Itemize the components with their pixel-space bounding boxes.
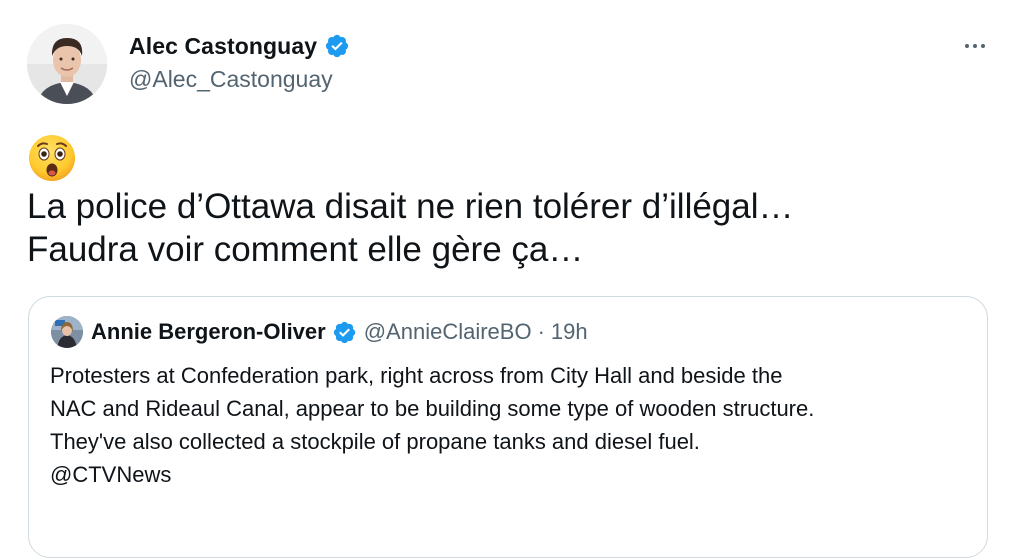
quoted-tweet-text: Protesters at Confederation park, right …	[50, 359, 970, 491]
tweet-text-line: La police d’Ottawa disait ne rien tolére…	[27, 187, 794, 226]
ellipsis-dot	[981, 44, 985, 48]
tweet-text: La police d’Ottawa disait ne rien tolére…	[27, 185, 987, 271]
quoted-header: Annie Bergeron-Oliver @AnnieClaireBO · 1…	[91, 318, 588, 346]
tweet-text-line: Faudra voir comment elle gère ça…	[27, 230, 584, 269]
more-options-button[interactable]	[958, 32, 992, 60]
quoted-text-line: NAC and Rideaul Canal, appear to be buil…	[50, 396, 815, 421]
tweet-card: Alec Castonguay @Alec_Castonguay La poli…	[0, 0, 1016, 558]
quoted-tweet[interactable]: Annie Bergeron-Oliver @AnnieClaireBO · 1…	[28, 296, 988, 558]
author-name-row: Alec Castonguay	[129, 31, 350, 61]
author-name[interactable]: Alec Castonguay	[129, 33, 317, 60]
quoted-author-name[interactable]: Annie Bergeron-Oliver	[91, 319, 326, 345]
quoted-timestamp[interactable]: 19h	[551, 319, 588, 345]
verified-badge-icon	[324, 33, 350, 59]
avatar-photo	[51, 316, 83, 348]
author-handle[interactable]: @Alec_Castonguay	[129, 66, 333, 93]
quoted-text-line: They've also collected a stockpile of pr…	[50, 429, 700, 454]
quoted-author-avatar[interactable]	[51, 316, 83, 348]
avatar-photo	[27, 24, 107, 104]
mention-link[interactable]: @CTVNews	[50, 458, 970, 491]
quoted-author-handle[interactable]: @AnnieClaireBO	[364, 319, 532, 345]
author-avatar[interactable]	[27, 24, 107, 104]
separator-dot: ·	[537, 319, 545, 344]
verified-badge-icon	[332, 320, 357, 345]
quoted-text-line: Protesters at Confederation park, right …	[50, 363, 783, 388]
astonished-face-emoji	[27, 133, 77, 183]
ellipsis-dot	[973, 44, 977, 48]
ellipsis-horizontal-icon	[965, 44, 969, 48]
